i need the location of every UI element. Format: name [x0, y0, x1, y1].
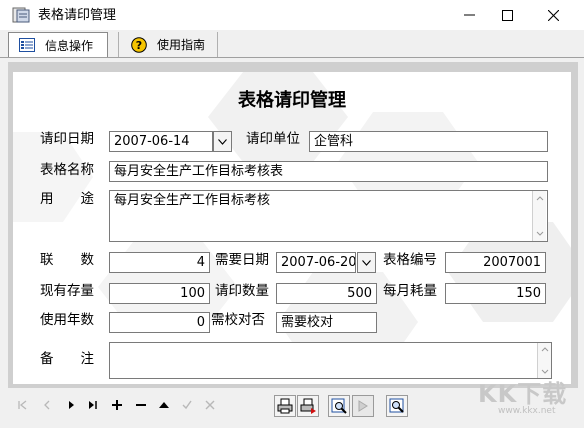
chevron-down-icon [362, 259, 371, 266]
cancel-record-button[interactable] [201, 396, 219, 414]
prior-record-icon [44, 400, 50, 410]
print-button[interactable] [274, 395, 296, 417]
request-date-dropdown[interactable] [213, 131, 232, 152]
plus-icon [112, 400, 122, 410]
stock-label: 现有存量 [40, 283, 94, 299]
prior-record-button[interactable] [38, 396, 56, 414]
tab-info-operation[interactable]: 信息操作 [8, 32, 108, 57]
tab-user-guide[interactable]: ? 使用指南 [118, 32, 218, 57]
help-icon: ? [131, 36, 147, 53]
watermark-text: KK下载 [478, 380, 568, 408]
delete-record-button[interactable] [132, 396, 150, 414]
triangle-up-icon [159, 402, 169, 408]
run-button[interactable] [352, 395, 374, 417]
years-label: 使用年数 [40, 312, 94, 328]
request-unit-label: 请印单位 [246, 131, 300, 147]
maximize-button[interactable] [484, 0, 530, 30]
cancel-x-icon [205, 400, 215, 410]
form-name-field[interactable]: 每月安全生产工作目标考核表 [109, 161, 548, 182]
next-record-button[interactable] [62, 396, 80, 414]
stock-field[interactable]: 100 [109, 283, 210, 304]
close-button[interactable] [530, 0, 576, 30]
scroll-arrows-icon [536, 196, 544, 236]
minimize-icon [463, 14, 475, 16]
search-icon [389, 398, 404, 413]
years-field[interactable]: 0 [109, 312, 210, 333]
last-record-button[interactable] [84, 396, 102, 414]
need-date-label: 需要日期 [215, 252, 269, 268]
need-date-field[interactable]: 2007-06-20 [276, 252, 356, 273]
request-date-label: 请印日期 [40, 131, 94, 147]
proofread-field[interactable]: 需要校对 [276, 312, 377, 333]
first-record-icon [18, 400, 27, 410]
magnifier-icon [331, 398, 347, 414]
print-qty-label: 请印数量 [215, 283, 269, 299]
copies-field[interactable]: 4 [109, 252, 210, 273]
edit-record-button[interactable] [155, 396, 173, 414]
preview-button[interactable] [328, 395, 350, 417]
purpose-textarea[interactable]: 每月安全生产工作目标考核 [109, 190, 548, 242]
copies-label: 联 数 [40, 252, 94, 268]
remarks-label: 备 注 [40, 351, 94, 367]
chevron-down-icon [218, 138, 227, 145]
next-record-icon [69, 401, 74, 409]
minus-icon [136, 404, 146, 406]
form-no-field[interactable]: 2007001 [445, 252, 546, 273]
maximize-icon [501, 9, 513, 21]
watermark-url: www.kkx.net [498, 406, 556, 416]
print-setup-button[interactable] [297, 395, 319, 417]
last-record-icon [89, 401, 97, 409]
svg-text:?: ? [136, 39, 142, 52]
purpose-label: 用 途 [40, 191, 94, 207]
tab-label: 使用指南 [157, 38, 206, 52]
request-date-field[interactable]: 2007-06-14 [109, 131, 213, 152]
form-heading: 表格请印管理 [238, 90, 346, 111]
printer-icon [277, 398, 293, 414]
monthly-use-label: 每月耗量 [383, 283, 437, 299]
app-icon [12, 7, 30, 23]
check-icon [182, 400, 192, 410]
request-unit-field[interactable]: 企管科 [309, 131, 548, 152]
purpose-scrollbar[interactable] [532, 191, 546, 241]
post-record-button[interactable] [178, 396, 196, 414]
first-record-button[interactable] [14, 396, 32, 414]
print-qty-field[interactable]: 500 [276, 283, 377, 304]
form-name-label: 表格名称 [40, 162, 94, 178]
form-list-icon [19, 38, 35, 52]
insert-record-button[interactable] [108, 396, 126, 414]
need-date-dropdown[interactable] [357, 252, 376, 273]
find-button[interactable] [386, 395, 408, 417]
monthly-use-field[interactable]: 150 [445, 283, 546, 304]
watermark-logo: KK下载 www.kkx.net [470, 372, 580, 424]
purpose-text: 每月安全生产工作目标考核 [114, 193, 271, 208]
play-icon [358, 400, 368, 412]
proofread-label: 需校对否 [211, 312, 265, 328]
tab-label: 信息操作 [45, 38, 94, 53]
form-no-label: 表格编号 [383, 252, 437, 268]
printer-arrow-icon [300, 398, 316, 414]
close-icon [547, 9, 559, 21]
window-title: 表格请印管理 [38, 8, 117, 23]
